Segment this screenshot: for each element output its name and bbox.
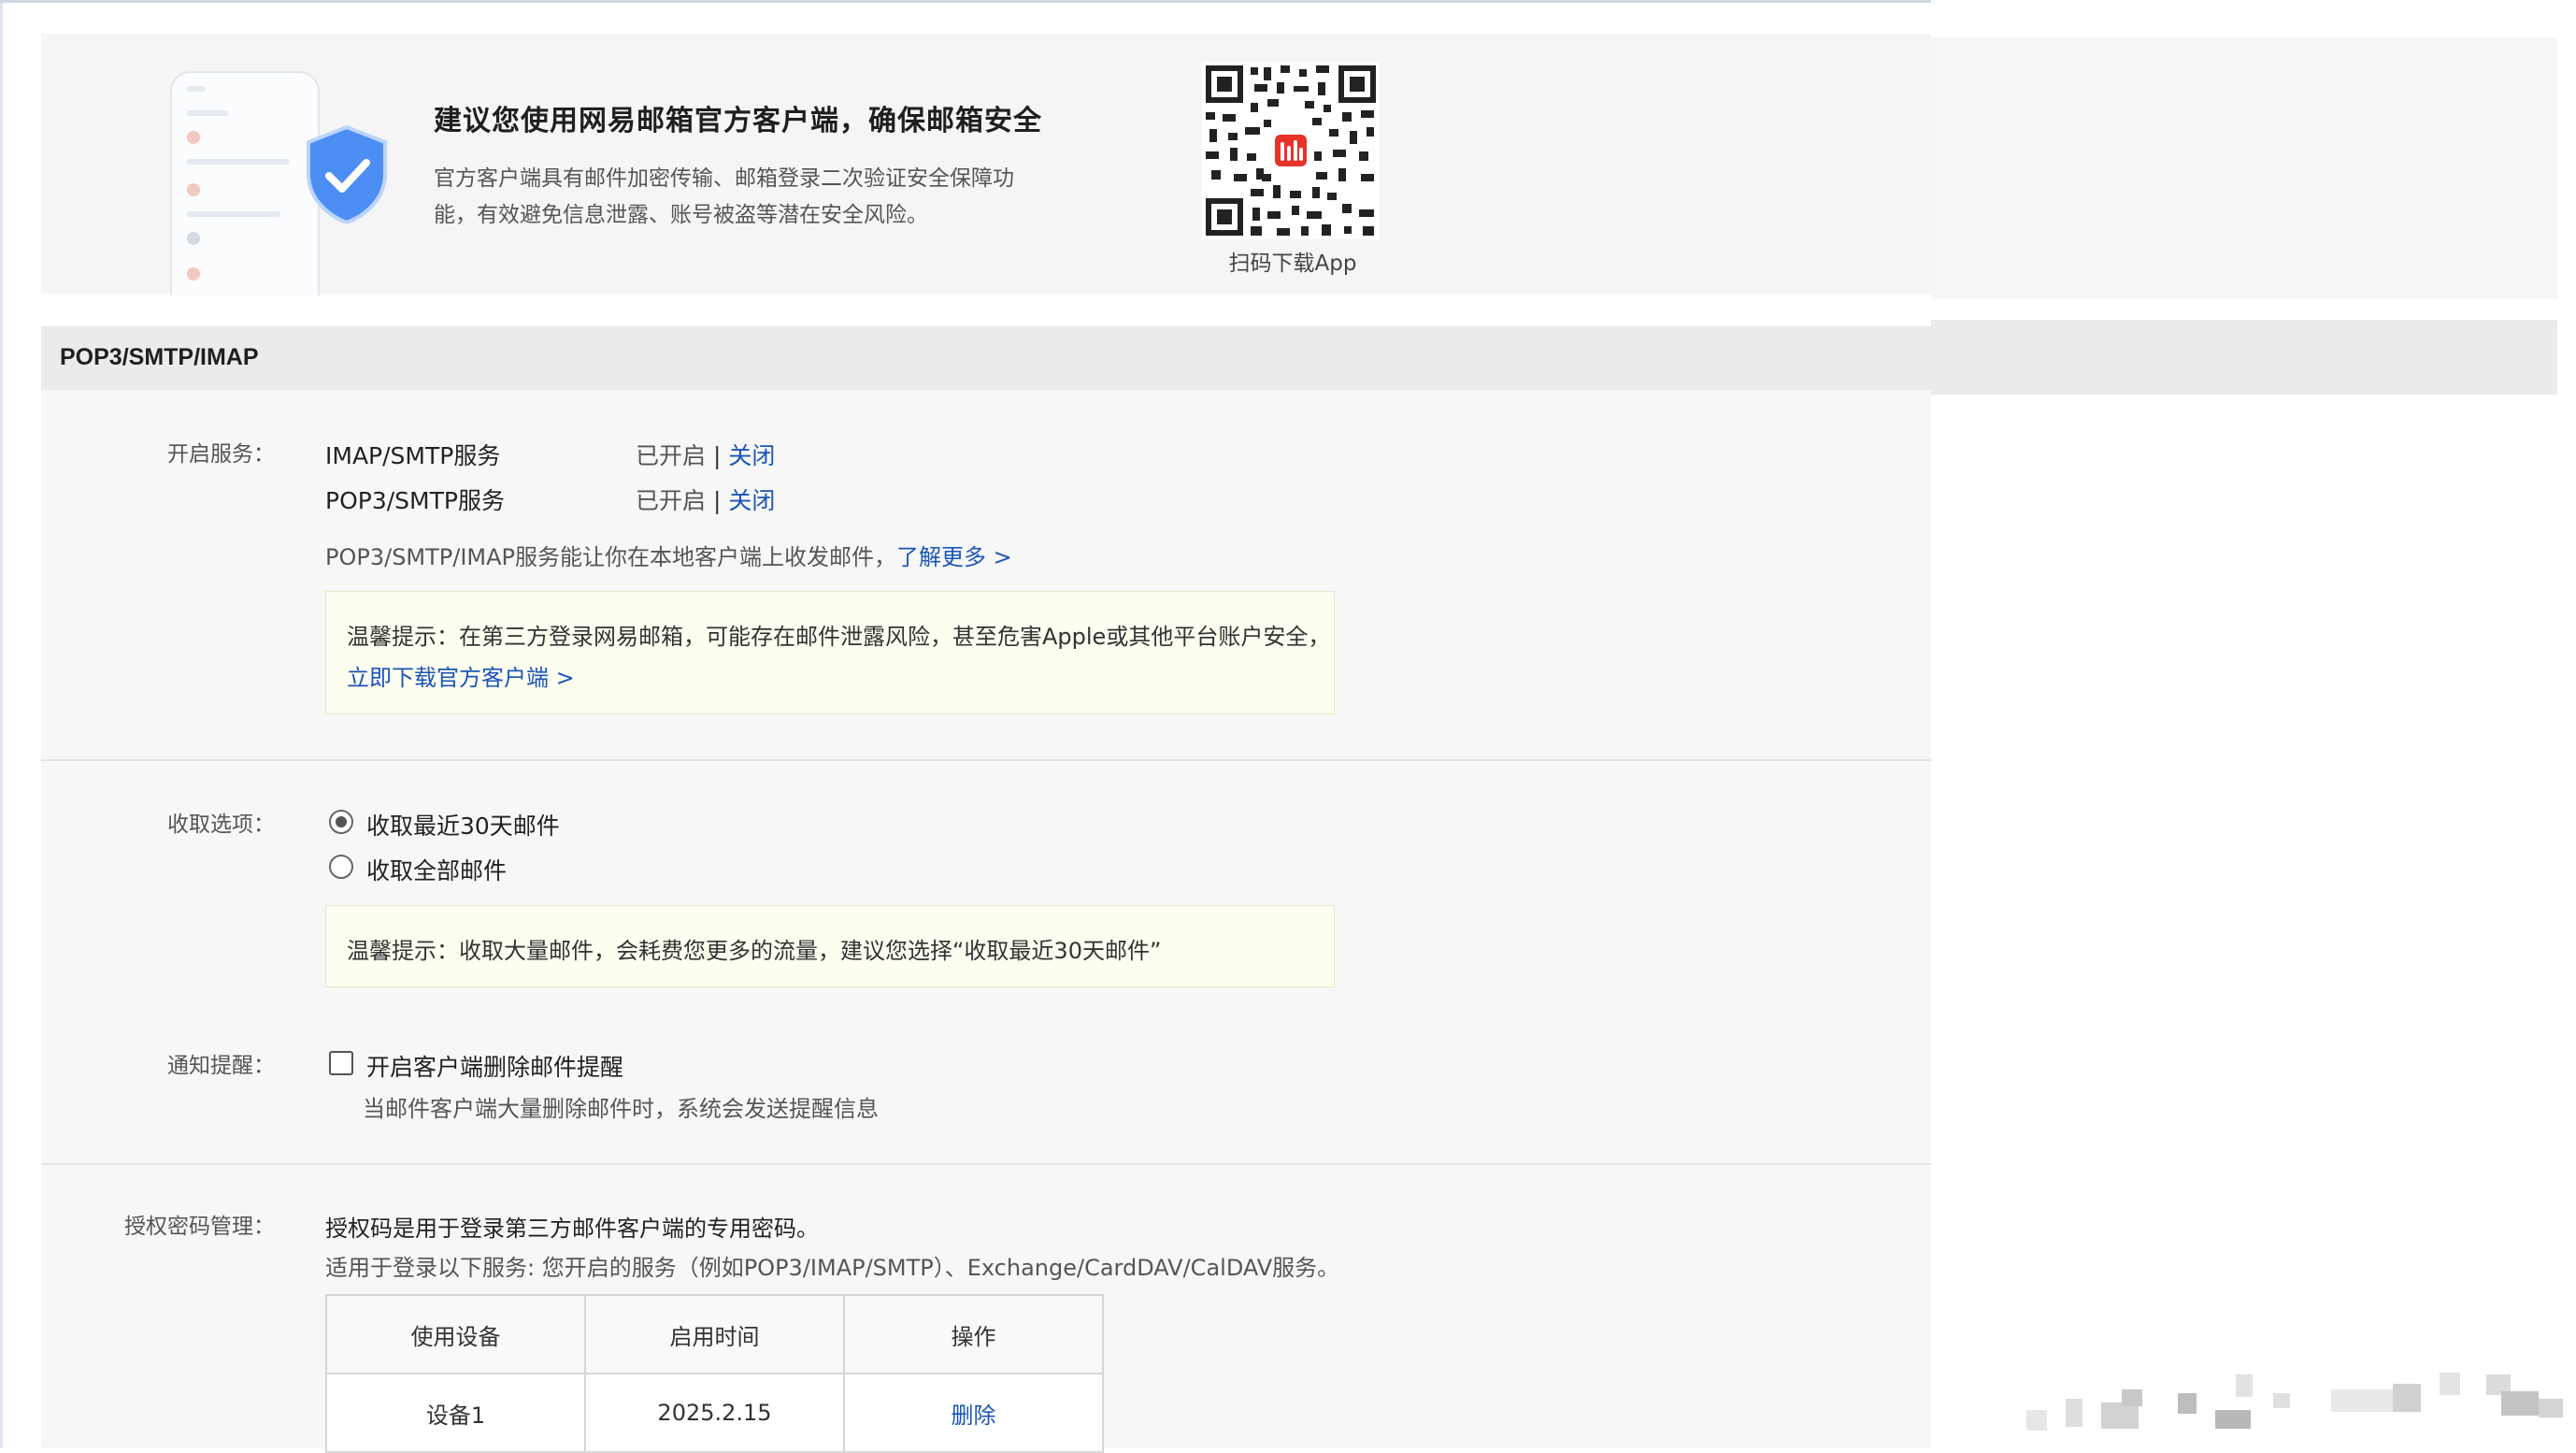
- pop3-service-status-row: 已开启 | 关闭: [636, 487, 776, 514]
- receive-recent-radio[interactable]: [329, 810, 353, 834]
- table-header-device: 使用设备: [325, 1294, 586, 1374]
- auth-code-desc: 授权码是用于登录第三方邮件客户端的专用密码。: [325, 1216, 819, 1242]
- table-row: 设备1 2025.2.15 删除: [325, 1373, 1104, 1453]
- pop3-service-name: POP3/SMTP服务: [325, 487, 505, 514]
- delete-alert-checkbox[interactable]: [329, 1051, 353, 1075]
- imap-close-link[interactable]: 关闭: [728, 442, 775, 469]
- table-header-row: 使用设备 启用时间 操作: [325, 1294, 1104, 1374]
- shield-check-icon: [307, 124, 387, 225]
- pop3-service-status: 已开启: [636, 487, 707, 514]
- imap-service-status: 已开启: [636, 442, 707, 469]
- device-cell: 设备1: [325, 1373, 586, 1453]
- services-tip-text: 温馨提示：在第三方登录网易邮箱，可能存在邮件泄露风险，甚至危害Apple或其他平…: [347, 624, 1331, 650]
- imap-service-name: IMAP/SMTP服务: [325, 442, 501, 469]
- receive-recent-label[interactable]: 收取最近30天邮件: [366, 808, 560, 842]
- banner-description: 官方客户端具有邮件加密传输、邮箱登录二次验证安全保障功能，有效避免信息泄露、账号…: [434, 166, 1014, 227]
- download-client-link[interactable]: 立即下载官方客户端 >: [347, 659, 575, 692]
- auth-code-label: 授权密码管理：: [124, 1215, 275, 1239]
- section-bar-extension: [1931, 320, 2557, 395]
- auth-code-table: 使用设备 启用时间 操作 设备1 2025.2.15 删除: [325, 1294, 1104, 1453]
- table-header-action: 操作: [843, 1294, 1104, 1374]
- banner-extension: [1931, 37, 2557, 299]
- section-title: POP3/SMTP/IMAP: [60, 344, 259, 370]
- receive-all-label[interactable]: 收取全部邮件: [366, 853, 507, 886]
- services-info: POP3/SMTP/IMAP服务能让你在本地客户端上收发邮件，了解更多 >: [325, 544, 1012, 570]
- pop3-close-link[interactable]: 关闭: [728, 487, 775, 514]
- divider: [41, 1163, 1931, 1165]
- section-header-bar: [41, 326, 1931, 390]
- delete-alert-label[interactable]: 开启客户端删除邮件提醒: [366, 1049, 623, 1083]
- delete-alert-description: 当邮件客户端大量删除邮件时，系统会发送提醒信息: [363, 1096, 879, 1122]
- services-tip-box: 温馨提示：在第三方登录网易邮箱，可能存在邮件泄露风险，甚至危害Apple或其他平…: [325, 591, 1335, 714]
- phone-mockup-icon: [170, 71, 320, 295]
- divider: [41, 759, 1931, 761]
- receive-tip-box: 温馨提示：收取大量邮件，会耗费您更多的流量，建议您选择“收取最近30天邮件”: [325, 905, 1335, 987]
- banner-title: 建议您使用网易邮箱官方客户端，确保邮箱安全: [434, 105, 1042, 137]
- services-label: 开启服务：: [167, 442, 275, 467]
- auth-code-scope: 适用于登录以下服务: 您开启的服务（例如POP3/IMAP/SMTP）、Exch…: [325, 1255, 1340, 1281]
- page-left-border: [0, 0, 3, 1448]
- client-promo-banner: 建议您使用网易邮箱官方客户端，确保邮箱安全 官方客户端具有邮件加密传输、邮箱登录…: [41, 34, 1931, 295]
- notify-label: 通知提醒：: [167, 1054, 275, 1078]
- qr-code-icon[interactable]: [1202, 62, 1380, 239]
- page-top-border: [0, 0, 1931, 3]
- time-cell: 2025.2.15: [584, 1373, 845, 1453]
- delete-link[interactable]: 删除: [843, 1373, 1104, 1453]
- qr-download-label: 扫码下载App: [1228, 252, 1357, 276]
- imap-service-status-row: 已开启 | 关闭: [636, 442, 776, 469]
- receive-options-label: 收取选项：: [167, 813, 275, 837]
- table-header-time: 启用时间: [584, 1294, 845, 1374]
- receive-all-radio[interactable]: [329, 855, 353, 879]
- learn-more-link[interactable]: 了解更多 >: [896, 544, 1012, 570]
- receive-tip-text: 温馨提示：收取大量邮件，会耗费您更多的流量，建议您选择“收取最近30天邮件”: [347, 938, 1162, 964]
